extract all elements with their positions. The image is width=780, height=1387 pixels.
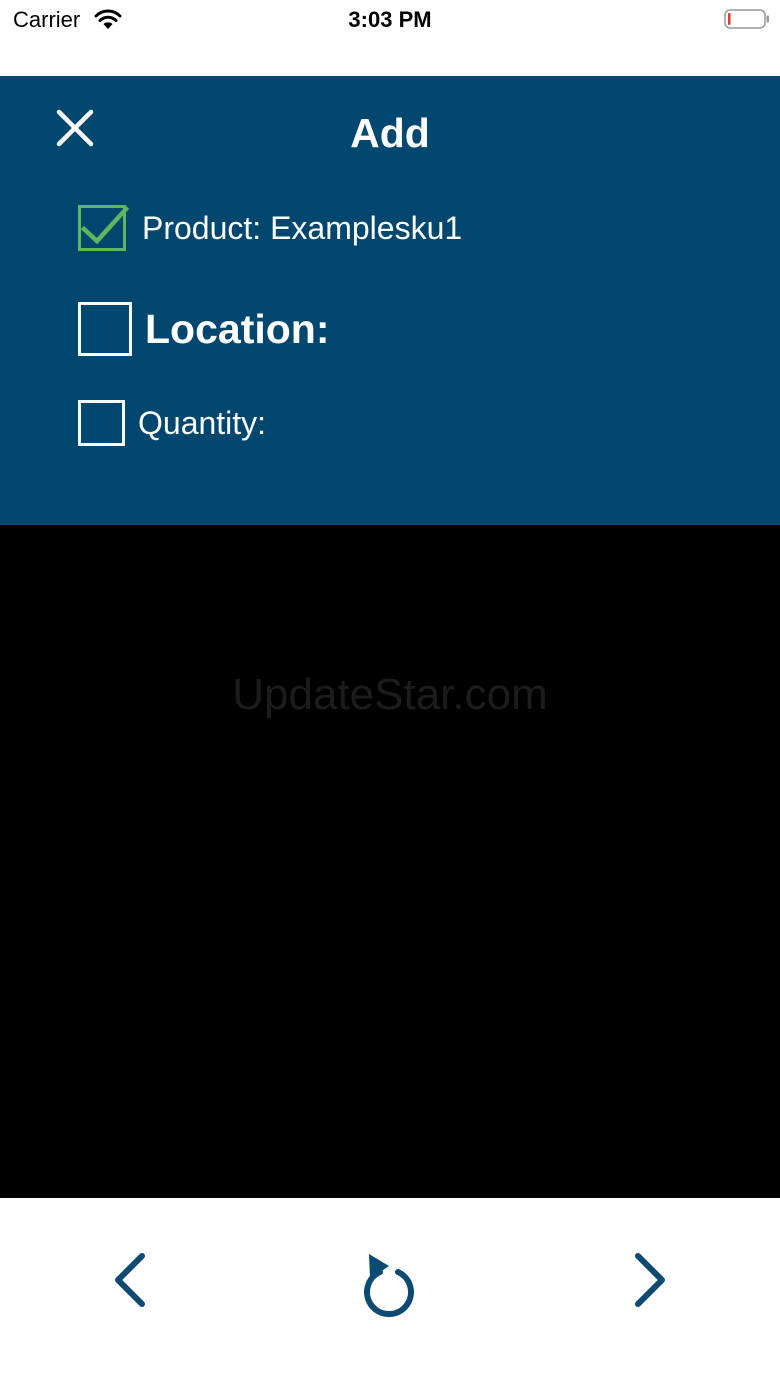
quantity-label: Quantity: <box>138 404 267 441</box>
quantity-checklist-item[interactable]: Quantity: <box>78 400 266 446</box>
checked-checkbox-icon[interactable] <box>78 205 130 251</box>
page-title: Add <box>350 110 430 156</box>
unchecked-checkbox-icon[interactable] <box>78 302 132 356</box>
chevron-right-icon[interactable] <box>620 1246 680 1316</box>
product-checklist-item[interactable]: Product: Examplesku1 <box>78 204 462 252</box>
refresh-icon[interactable] <box>356 1248 422 1320</box>
status-time: 3:03 PM <box>348 7 432 32</box>
status-bar: Carrier 3:03 PM <box>0 0 780 76</box>
product-label: Product: Examplesku1 <box>142 209 463 246</box>
location-checklist-item[interactable]: Location: <box>78 302 329 356</box>
scanner-view[interactable]: UpdateStar.com <box>0 525 780 1198</box>
chevron-left-icon[interactable] <box>100 1246 160 1316</box>
battery-icon <box>724 9 769 29</box>
watermark: UpdateStar.com <box>232 670 548 719</box>
location-label: Location: <box>145 305 330 352</box>
unchecked-checkbox-icon[interactable] <box>78 400 125 446</box>
bottom-toolbar <box>0 1198 780 1387</box>
